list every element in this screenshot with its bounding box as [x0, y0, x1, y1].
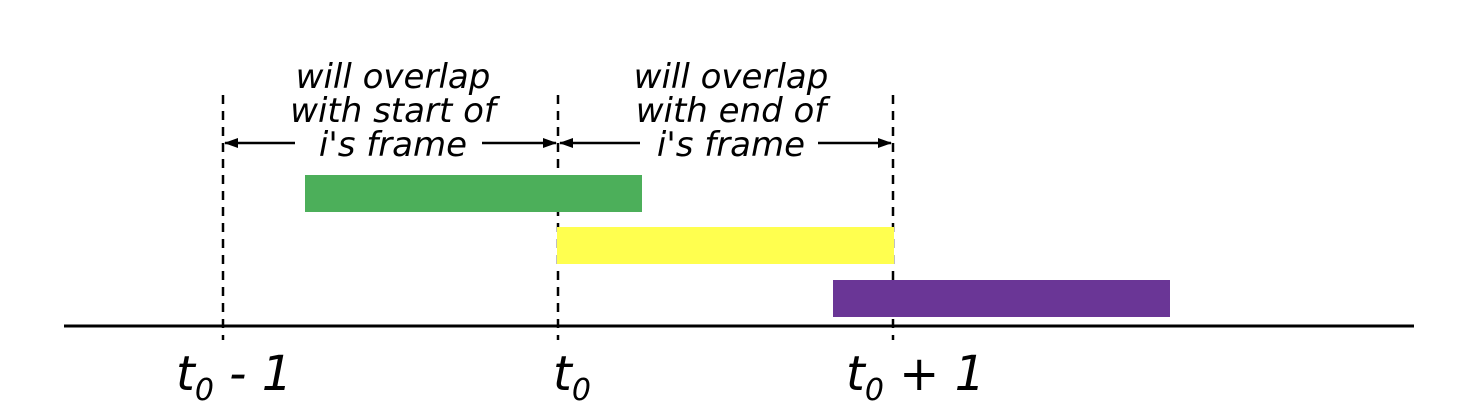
tick-mid-sub: 0 — [571, 373, 591, 408]
right-annotation-line-2: with end of — [635, 91, 827, 131]
frame-bar-purple — [833, 280, 1170, 317]
tick-right-base: t — [846, 346, 865, 402]
left-annotation-line-3: i's frame — [318, 125, 468, 165]
tick-label-t0-minus-1: t0 - 1 — [176, 350, 292, 415]
left-annotation-line-2: with start of — [290, 91, 496, 131]
tick-left-suffix: - 1 — [213, 346, 293, 402]
frame-bar-green — [305, 175, 642, 212]
tick-left-sub: 0 — [194, 373, 214, 408]
tick-right-sub: 0 — [864, 373, 884, 408]
frame-bar-yellow — [557, 227, 894, 264]
tick-label-t0-plus-1: t0 + 1 — [846, 350, 985, 415]
left-annotation-line-1: will overlap — [295, 57, 491, 97]
overlap-timeline-diagram: will overlap with start of i's frame wil… — [0, 0, 1476, 412]
tick-label-t0: t0 — [553, 350, 591, 415]
left-overlap-annotation: will overlap with start of i's frame — [268, 60, 518, 162]
right-annotation-line-3: i's frame — [656, 125, 806, 165]
right-annotation-line-1: will overlap — [633, 57, 829, 97]
tick-left-base: t — [176, 346, 195, 402]
right-overlap-annotation: will overlap with end of i's frame — [606, 60, 856, 162]
tick-right-suffix: + 1 — [883, 346, 986, 402]
tick-mid-base: t — [553, 346, 572, 402]
